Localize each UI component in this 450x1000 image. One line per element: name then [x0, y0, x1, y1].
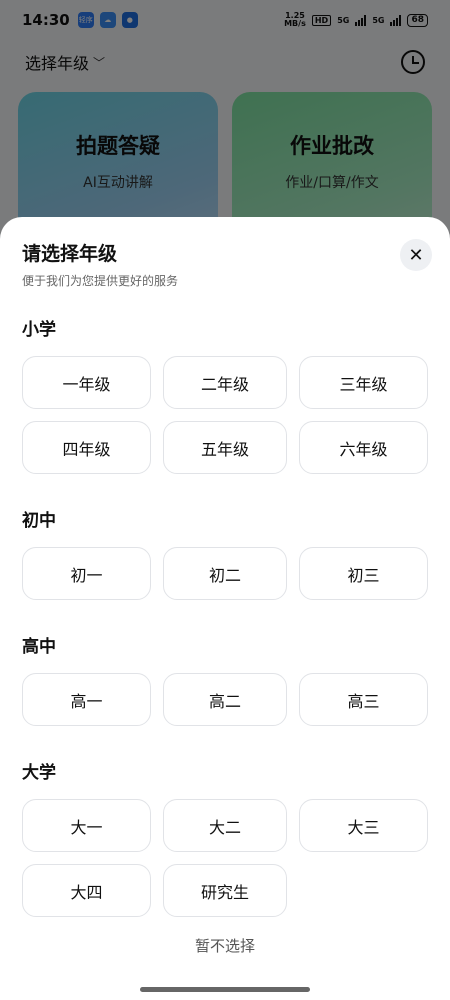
grade-button[interactable]: 初二 — [163, 547, 287, 600]
grade-button[interactable]: 高一 — [22, 673, 151, 726]
grade-grid-university: 大一 大二 大三 大四 研究生 — [22, 799, 428, 917]
screen: 14:30 轻序 ☁ ● 1.25 MB/s HD 5G 5G 68 选择年级 … — [0, 0, 450, 1000]
grade-grid-middle: 初一 初二 初三 — [22, 547, 428, 600]
grade-button[interactable]: 初三 — [299, 547, 428, 600]
home-indicator[interactable] — [140, 987, 310, 992]
grade-button[interactable]: 三年级 — [299, 356, 428, 409]
grade-button[interactable]: 大四 — [22, 864, 151, 917]
grade-button[interactable]: 二年级 — [163, 356, 287, 409]
grade-button[interactable]: 四年级 — [22, 421, 151, 474]
section-title-primary: 小学 — [22, 320, 56, 340]
section-title-middle: 初中 — [22, 511, 56, 531]
grade-button[interactable]: 五年级 — [163, 421, 287, 474]
close-button[interactable]: ✕ — [400, 239, 432, 271]
grade-button[interactable]: 高二 — [163, 673, 287, 726]
grade-button[interactable]: 大一 — [22, 799, 151, 852]
grade-button[interactable]: 初一 — [22, 547, 151, 600]
grade-button[interactable]: 研究生 — [163, 864, 287, 917]
grade-button[interactable]: 高三 — [299, 673, 428, 726]
sheet-subtitle: 便于我们为您提供更好的服务 — [22, 274, 179, 288]
grade-grid-high: 高一 高二 高三 — [22, 673, 428, 726]
section-title-university: 大学 — [22, 763, 56, 783]
grade-grid-primary: 一年级 二年级 三年级 四年级 五年级 六年级 — [22, 356, 428, 474]
close-icon: ✕ — [408, 244, 424, 266]
skip-selection-link[interactable]: 暂不选择 — [0, 935, 450, 956]
grade-button[interactable]: 六年级 — [299, 421, 428, 474]
grade-button[interactable]: 一年级 — [22, 356, 151, 409]
grade-picker-sheet: 请选择年级 便于我们为您提供更好的服务 ✕ 小学 一年级 二年级 三年级 四年级… — [0, 217, 450, 1000]
section-title-high: 高中 — [22, 637, 56, 657]
grade-button[interactable]: 大二 — [163, 799, 287, 852]
sheet-title: 请选择年级 — [22, 243, 118, 265]
grade-button[interactable]: 大三 — [299, 799, 428, 852]
